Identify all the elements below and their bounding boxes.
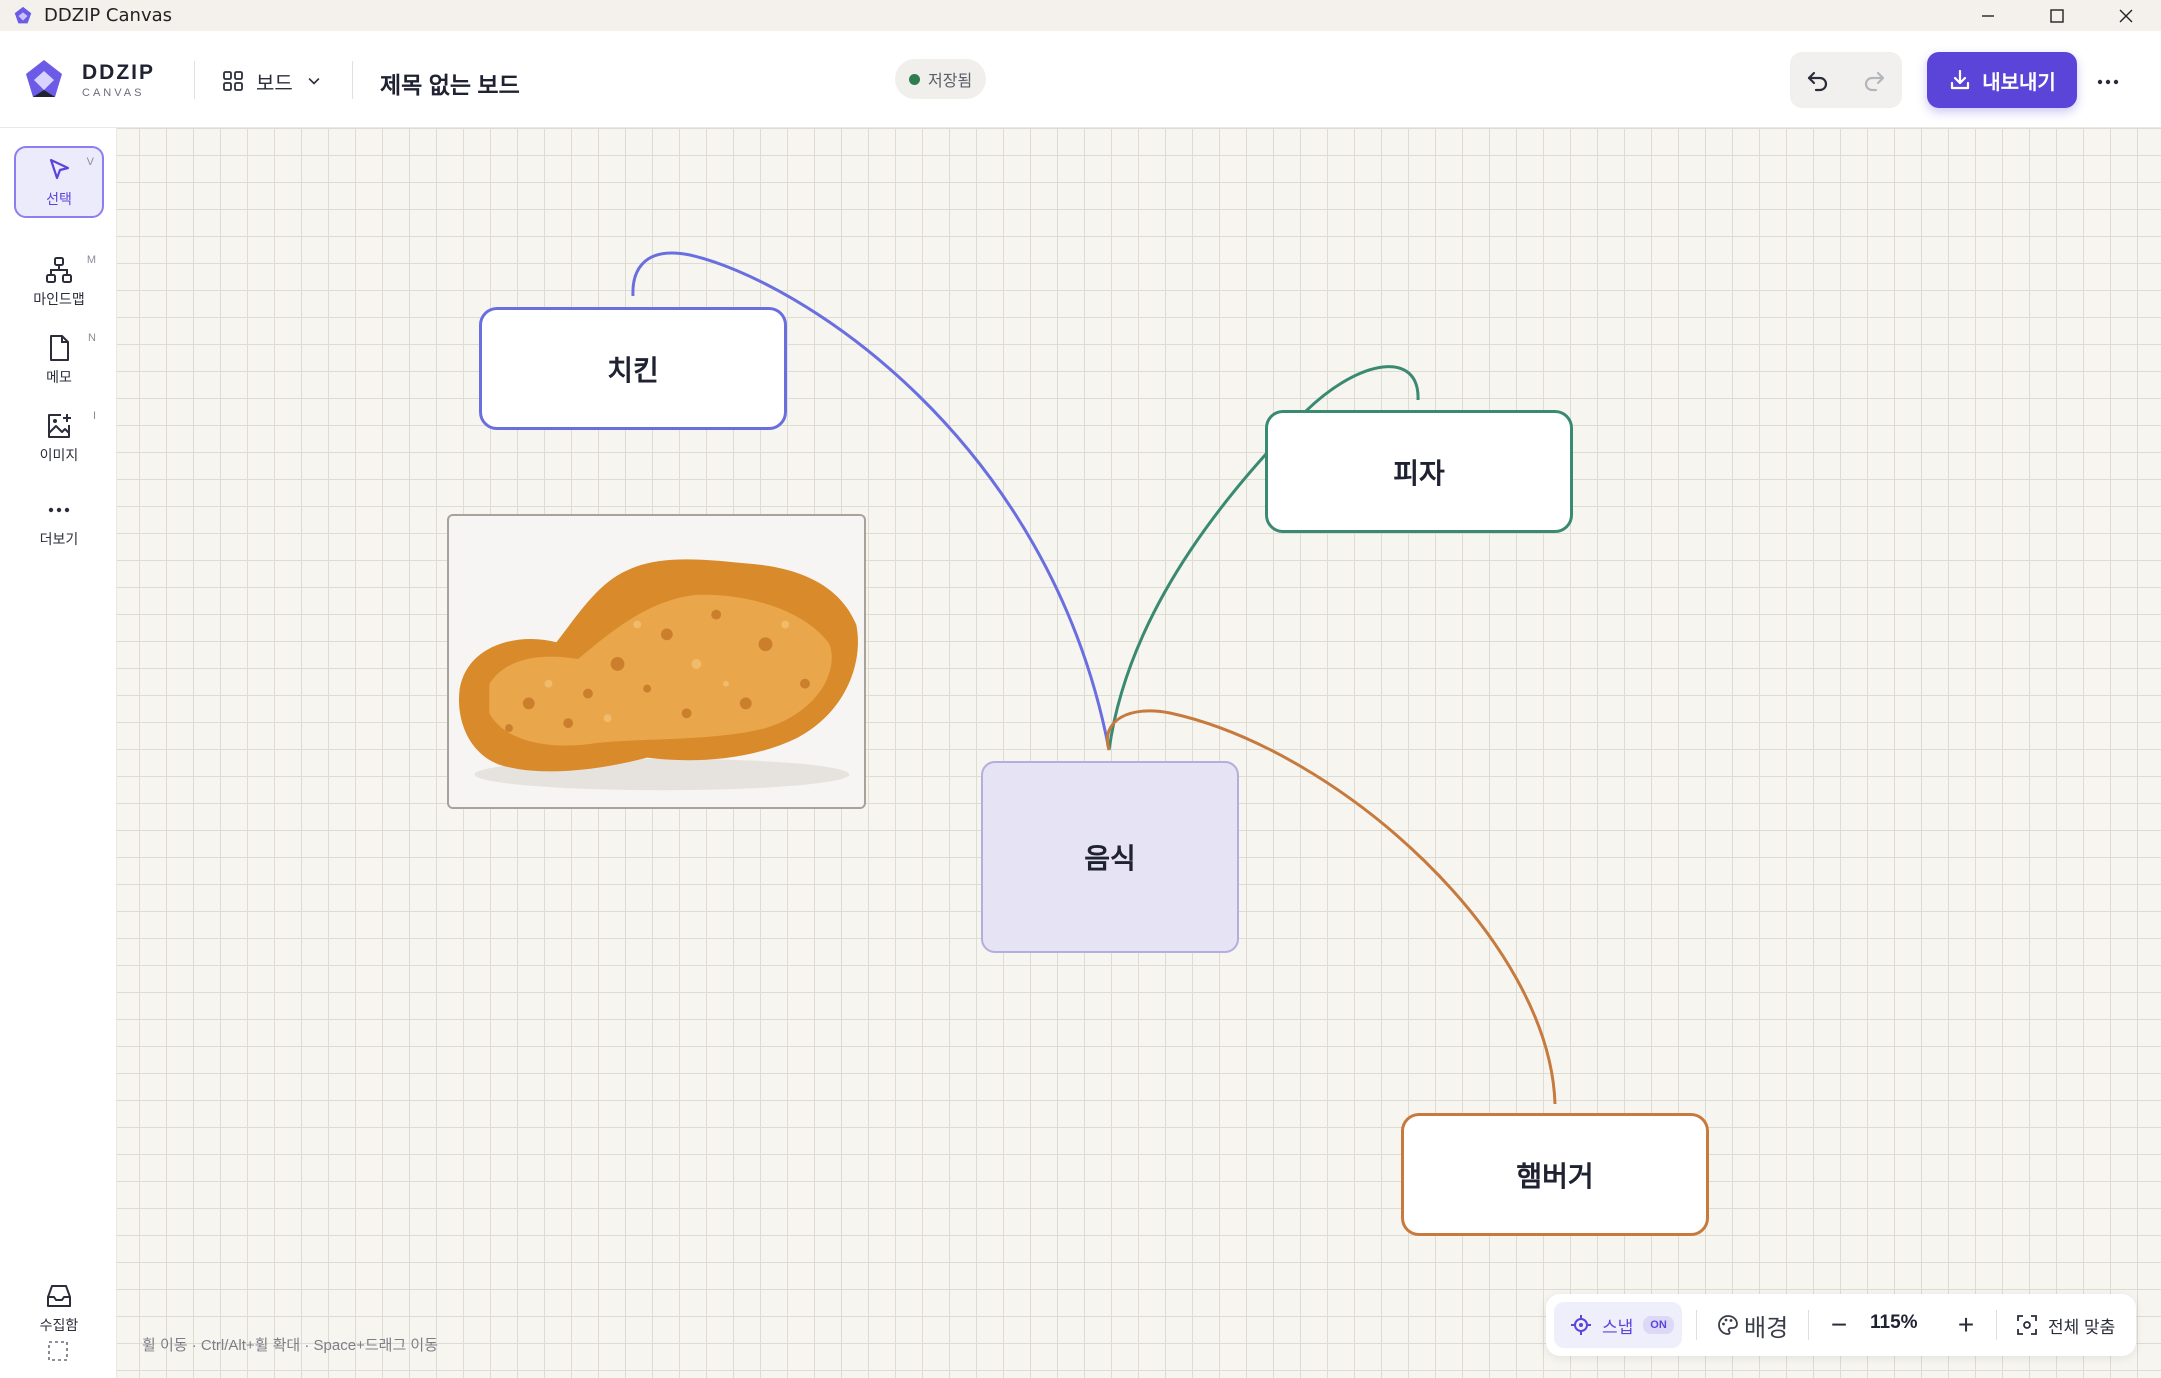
background-label: 배경 [1744, 1314, 1789, 1342]
note-icon [50, 335, 69, 361]
crosshair-icon [1571, 1315, 1591, 1335]
tool-label: 선택 [46, 191, 72, 207]
tool-more[interactable]: 더보기 [14, 486, 104, 558]
export-label: 내보내기 [1982, 71, 2056, 94]
header-divider [194, 61, 195, 99]
window-titlebar: DDZIP Canvas [0, 0, 2161, 31]
tool-label: 마인드맵 [33, 291, 85, 307]
image-add-icon [48, 414, 71, 438]
close-icon [2119, 9, 2133, 22]
chevron-down-icon [308, 77, 320, 85]
tool-select[interactable]: V 선택 [14, 146, 104, 218]
inbox-button[interactable]: 수집함 [14, 1268, 104, 1348]
maximize-button[interactable] [2022, 0, 2092, 31]
maximize-icon [2050, 8, 2064, 23]
brand-name: DDZIP [82, 61, 155, 84]
ddzip-logo-icon [26, 60, 62, 97]
shortcut-key: V [86, 156, 94, 168]
app-logo-icon [14, 6, 32, 23]
header-divider [352, 61, 353, 99]
window-title: DDZIP Canvas [44, 5, 173, 26]
left-toolbar: V 선택 M 마인드맵 N 메모 I 이미지 더보기 수집함 [0, 128, 117, 1378]
snap-toggle[interactable]: 스냅 ON [1554, 1302, 1682, 1348]
mindmap-node-pizza[interactable]: 피자 [1265, 410, 1573, 533]
fit-label: 전체 맞춤 [2048, 1317, 2116, 1337]
mindmap-node-chicken[interactable]: 치킨 [479, 307, 787, 430]
chicken-image[interactable] [447, 514, 866, 809]
redo-icon[interactable] [1861, 67, 1887, 93]
minimize-icon [1982, 14, 1994, 17]
more-horizontal-icon [2097, 79, 2119, 85]
shortcut-key: M [86, 254, 96, 266]
board-canvas[interactable] [117, 128, 2161, 1378]
app-header: DDZIP CANVAS 보드 제목 없는 보드 저장됨 내보내기 [0, 31, 2161, 128]
shortcut-key: N [88, 332, 96, 344]
tool-image[interactable]: I 이미지 [14, 402, 104, 474]
zoom-level: 115% [1870, 1312, 1918, 1333]
zoom-in-button[interactable]: + [1949, 1308, 1983, 1342]
mindmap-icon [46, 257, 72, 283]
saved-dot-icon [909, 73, 920, 85]
export-button[interactable]: 내보내기 [1927, 52, 2077, 108]
divider [1808, 1310, 1809, 1340]
more-icon [48, 507, 70, 513]
grid-icon [223, 71, 243, 91]
background-button[interactable]: 배경 [1716, 1304, 1788, 1346]
inbox-label: 수집함 [39, 1317, 79, 1333]
undo-icon[interactable] [1805, 67, 1831, 93]
history-controls [1790, 52, 1902, 108]
fried-chicken-image [449, 516, 864, 807]
fit-to-screen-button[interactable]: 전체 맞춤 [2016, 1304, 2115, 1346]
mindmap-root-node-food[interactable]: 음식 [981, 761, 1239, 953]
close-window-button[interactable] [2091, 0, 2161, 31]
inbox-icon [47, 1285, 71, 1307]
tool-note[interactable]: N 메모 [14, 324, 104, 396]
save-status-badge: 저장됨 [895, 59, 987, 99]
zoom-out-button[interactable]: − [1822, 1308, 1856, 1342]
save-status-label: 저장됨 [928, 73, 973, 90]
fit-screen-icon [2017, 1315, 2037, 1335]
board-menu-button[interactable]: 보드 [222, 64, 323, 98]
divider [1996, 1310, 1997, 1340]
marquee-select-icon[interactable] [47, 1340, 69, 1362]
tool-label: 이미지 [39, 447, 79, 463]
snap-label: 스냅 [1602, 1317, 1634, 1337]
mindmap-node-burger[interactable]: 햄버거 [1401, 1113, 1709, 1236]
board-menu-label: 보드 [256, 72, 293, 95]
download-icon [1951, 69, 1970, 90]
snap-state-badge: ON [1643, 1316, 1674, 1334]
board-title[interactable]: 제목 없는 보드 [380, 66, 520, 100]
navigation-hint: 휠 이동 · Ctrl/Alt+휠 확대 · Space+드래그 이동 [142, 1337, 439, 1354]
cursor-icon [49, 158, 70, 180]
more-options-button[interactable] [2090, 64, 2126, 100]
brand: DDZIP CANVAS [82, 61, 155, 99]
palette-icon [1718, 1315, 1738, 1335]
shortcut-key: I [92, 410, 96, 422]
canvas-controls: 스냅 ON 배경 − 115% + 전체 맞춤 [1546, 1294, 2136, 1356]
minimize-button[interactable] [1953, 0, 2023, 31]
divider [1696, 1310, 1697, 1340]
tool-mindmap[interactable]: M 마인드맵 [14, 246, 104, 318]
tool-label: 메모 [46, 369, 72, 385]
brand-subtitle: CANVAS [82, 87, 145, 99]
tool-label: 더보기 [39, 531, 79, 547]
